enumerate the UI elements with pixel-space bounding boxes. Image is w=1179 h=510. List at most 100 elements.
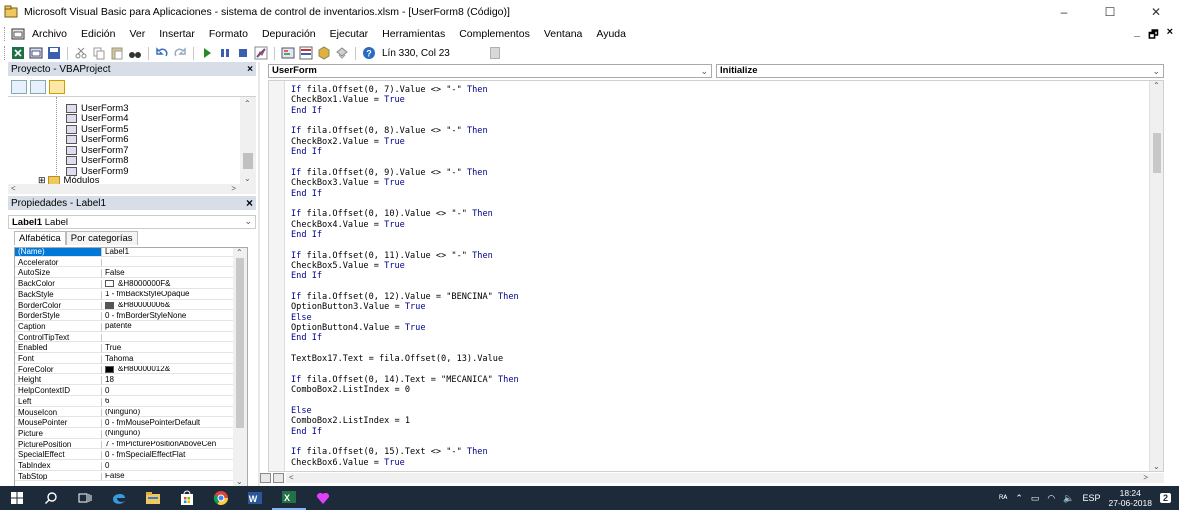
chevron-down-icon[interactable]: ⌄ — [1152, 65, 1160, 77]
code-line[interactable]: CheckBox2.Value = True — [291, 137, 405, 147]
find-icon[interactable] — [127, 46, 143, 60]
property-row[interactable]: BorderStyle 0 - fmBorderStyleNone — [15, 312, 233, 321]
run-icon[interactable] — [199, 46, 215, 60]
code-line[interactable]: CheckBox1.Value = True — [291, 95, 405, 105]
property-row[interactable]: PicturePosition 7 - fmPicturePositionAbov… — [15, 440, 233, 450]
tree-item-userform[interactable]: UserForm3 — [66, 103, 129, 114]
code-line[interactable]: CheckBox4.Value = True — [291, 220, 405, 230]
property-row[interactable]: BackStyle 1 - fmBackStyleOpaque — [15, 290, 233, 300]
property-value[interactable]: True — [102, 344, 233, 354]
scroll-down-icon[interactable]: ⌄ — [244, 174, 251, 183]
property-value[interactable]: 0 — [102, 387, 233, 396]
property-value[interactable]: (Ninguno) — [102, 409, 233, 418]
notifications-icon[interactable]: 2 — [1159, 493, 1171, 503]
code-line[interactable]: End If — [291, 427, 322, 437]
code-margin[interactable] — [269, 81, 285, 471]
scroll-left-icon[interactable]: < — [11, 184, 16, 193]
scroll-thumb[interactable] — [243, 153, 253, 169]
scroll-right-icon[interactable]: > — [1143, 473, 1148, 482]
scroll-down-icon[interactable]: ⌄ — [1153, 462, 1160, 471]
scroll-thumb[interactable] — [236, 258, 244, 428]
property-value[interactable]: 6 — [102, 398, 233, 407]
property-row[interactable]: TabStop False — [15, 472, 233, 482]
property-value[interactable]: 1 - fmBackStyleOpaque — [102, 291, 233, 300]
cut-icon[interactable] — [73, 46, 89, 60]
mdi-restore-button[interactable]: 🗗 — [1148, 26, 1158, 45]
task-view-icon[interactable] — [68, 486, 102, 510]
reset-icon[interactable] — [235, 46, 251, 60]
menu-item-depuracin[interactable]: Depuración — [255, 28, 323, 40]
property-row[interactable]: SpecialEffect 0 - fmSpecialEffectFlat — [15, 451, 233, 461]
code-line[interactable]: Else — [291, 313, 312, 323]
search-icon[interactable] — [34, 486, 68, 510]
property-value[interactable]: &H80000012& — [102, 366, 233, 375]
property-value[interactable]: &H80000006& — [102, 302, 233, 311]
code-line[interactable]: End If — [291, 106, 322, 116]
code-line[interactable]: TextBox17.Text = fila.Offset(0, 13).Valu… — [291, 354, 503, 364]
tab-por-categorias[interactable]: Por categorías — [65, 231, 138, 245]
project-tree-hscrollbar[interactable]: < > — [8, 184, 256, 194]
property-row[interactable]: Enabled True — [15, 344, 233, 354]
code-line[interactable]: CheckBox5.Value = True — [291, 261, 405, 271]
menu-item-formato[interactable]: Formato — [202, 28, 255, 40]
scroll-down-icon[interactable]: ⌄ — [236, 477, 243, 486]
code-line[interactable]: Else — [291, 406, 312, 416]
view-code-icon[interactable] — [11, 80, 27, 94]
design-mode-icon[interactable] — [253, 46, 269, 60]
property-row[interactable]: Accelerator — [15, 258, 233, 268]
code-line[interactable]: End If — [291, 333, 322, 343]
code-line[interactable]: If fila.Offset(0, 9).Value <> "-" Then — [291, 168, 488, 178]
object-combo[interactable]: UserForm ⌄ — [268, 64, 712, 78]
property-row[interactable]: MousePointer 0 - fmMousePointerDefault — [15, 419, 233, 428]
store-icon[interactable] — [170, 486, 204, 510]
object-browser-icon[interactable] — [316, 46, 332, 60]
menu-item-insertar[interactable]: Insertar — [152, 28, 202, 40]
code-line[interactable]: OptionButton4.Value = True — [291, 323, 426, 333]
minimize-button[interactable]: – — [1041, 0, 1087, 24]
code-line[interactable]: CheckBox3.Value = True — [291, 178, 405, 188]
code-line[interactable]: If fila.Offset(0, 10).Value <> "-" Then — [291, 209, 493, 219]
procedure-combo[interactable]: Initialize ⌄ — [716, 64, 1164, 78]
property-value[interactable]: 0 — [102, 462, 233, 471]
clock[interactable]: 18:24 27-06-2018 — [1109, 488, 1152, 508]
help-icon[interactable]: ? — [361, 46, 377, 60]
menu-item-ayuda[interactable]: Ayuda — [589, 28, 633, 40]
chevron-down-icon[interactable]: ⌄ — [700, 65, 708, 77]
paste-icon[interactable] — [109, 46, 125, 60]
property-value[interactable]: False — [102, 269, 233, 279]
code-line[interactable]: If fila.Offset(0, 7).Value <> "-" Then — [291, 85, 488, 95]
menu-item-edicin[interactable]: Edición — [74, 28, 122, 40]
property-row[interactable]: HelpContextID 0 — [15, 387, 233, 396]
show-hidden-icons-icon[interactable]: ⌃ — [1015, 493, 1023, 504]
property-value[interactable]: &H8000000F& — [102, 280, 233, 289]
code-line[interactable]: If fila.Offset(0, 8).Value <> "-" Then — [291, 126, 488, 136]
code-editor[interactable]: If fila.Offset(0, 7).Value <> "-" Then Ch… — [268, 80, 1164, 472]
property-value[interactable]: (Ninguno) — [102, 430, 233, 439]
file-explorer-icon[interactable] — [136, 486, 170, 510]
property-row[interactable]: Height 18 — [15, 376, 233, 386]
object-selector[interactable]: Label1 Label ⌄ — [8, 215, 256, 229]
save-icon[interactable] — [46, 46, 62, 60]
property-value[interactable] — [102, 259, 233, 268]
maximize-button[interactable]: ☐ — [1087, 0, 1133, 24]
toolbar-overflow-button[interactable] — [489, 47, 500, 59]
menu-item-ventana[interactable]: Ventana — [537, 28, 590, 40]
userform-menu-icon[interactable] — [11, 28, 25, 40]
code-line[interactable]: OptionButton3.Value = True — [291, 302, 426, 312]
project-explorer-icon[interactable] — [280, 46, 296, 60]
properties-pane-close-button[interactable]: × — [246, 196, 253, 210]
code-line[interactable]: If fila.Offset(0, 15).Text <> "-" Then — [291, 447, 488, 457]
insert-userform-icon[interactable] — [28, 46, 44, 60]
property-value[interactable]: 7 - fmPicturePositionAboveCen — [102, 441, 233, 450]
tab-alfabetica[interactable]: Alfabética — [14, 231, 66, 245]
project-pane-close-button[interactable]: × — [247, 64, 253, 75]
code-line[interactable]: ComboBox2.ListIndex = 1 — [291, 416, 410, 426]
view-object-icon[interactable] — [30, 80, 46, 94]
property-value[interactable]: 0 - fmBorderStyleNone — [102, 312, 233, 321]
property-value[interactable]: 0 - fmMousePointerDefault — [102, 419, 233, 428]
scroll-up-icon[interactable]: ⌃ — [1153, 81, 1160, 90]
property-row[interactable]: Left 6 — [15, 397, 233, 407]
scroll-right-icon[interactable]: > — [231, 184, 236, 193]
property-value[interactable]: Tahoma — [102, 355, 233, 364]
mdi-minimize-button[interactable]: _ — [1134, 26, 1140, 45]
